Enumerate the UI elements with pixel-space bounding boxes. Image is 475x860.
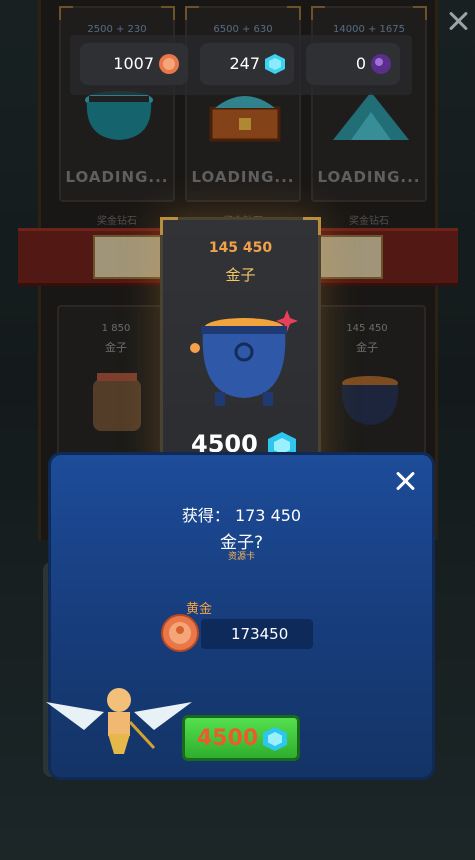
currency-bar: 1007 247 0 xyxy=(70,35,412,95)
gold-amount-box: 173450 xyxy=(201,619,313,649)
close-icon[interactable] xyxy=(446,8,472,34)
orb-value: 0 xyxy=(355,54,366,73)
buy-price: 4500 xyxy=(197,726,259,751)
coin-icon xyxy=(159,54,179,74)
cauldron-icon xyxy=(190,310,298,406)
coin-value: 1007 xyxy=(113,54,154,73)
gem-counter[interactable]: 247 xyxy=(200,43,294,85)
card-corner xyxy=(160,217,178,235)
item-subtitle: 资源卡 xyxy=(227,552,255,562)
card-corner xyxy=(303,217,321,235)
gold-amount: 173450 xyxy=(231,625,289,643)
offer-card[interactable]: 145 450 金子 4500 xyxy=(160,217,321,480)
gem-value: 247 xyxy=(229,54,260,73)
buy-button[interactable]: 4500 xyxy=(182,715,300,761)
close-icon[interactable] xyxy=(392,467,420,495)
gem-icon xyxy=(263,727,287,751)
offer-price: 4500 xyxy=(191,430,258,458)
offer-amount: 145 450 xyxy=(208,240,273,256)
obtained-text: 获得： 173 450 xyxy=(181,506,302,525)
orb-icon xyxy=(371,54,391,74)
coin-icon xyxy=(161,614,199,652)
coin-counter[interactable]: 1007 xyxy=(80,43,188,85)
orb-counter[interactable]: 0 xyxy=(306,43,400,85)
offer-title: 金子 xyxy=(225,266,256,284)
cupid-icon xyxy=(46,688,192,754)
gem-icon xyxy=(265,54,285,74)
